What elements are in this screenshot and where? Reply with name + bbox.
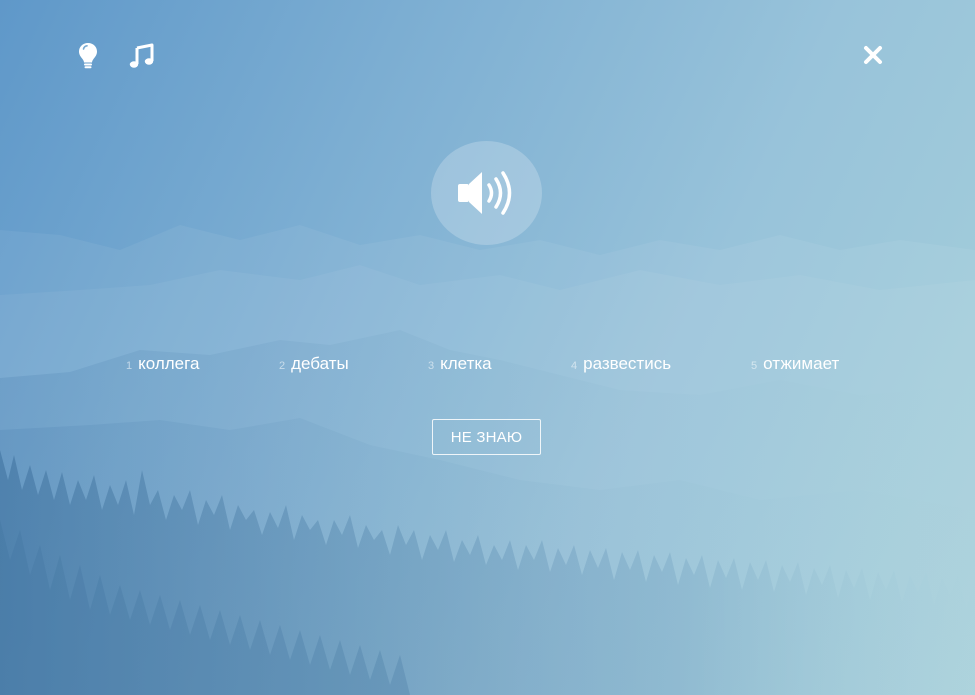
answer-option[interactable]: 4 развестись [571, 354, 671, 374]
mountain-forest-background [0, 225, 975, 695]
answer-option[interactable]: 5 отжимает [751, 354, 839, 374]
answer-option[interactable]: 3 клетка [428, 354, 492, 374]
close-icon [864, 46, 882, 64]
option-word: отжимает [763, 354, 840, 373]
hint-button[interactable] [74, 40, 102, 72]
option-number: 4 [571, 360, 578, 372]
option-number: 3 [428, 360, 435, 372]
option-number: 2 [279, 360, 286, 372]
option-word: клетка [440, 354, 492, 373]
music-note-icon [129, 43, 154, 68]
option-word: дебаты [291, 354, 349, 373]
answer-option[interactable]: 1 коллега [126, 354, 199, 374]
option-number: 5 [751, 360, 758, 372]
option-word: развестись [583, 354, 672, 373]
lightbulb-icon [79, 43, 97, 69]
close-button[interactable] [858, 40, 888, 70]
play-audio-button[interactable] [431, 141, 542, 245]
dont-know-button[interactable]: НЕ ЗНАЮ [432, 419, 541, 455]
answer-option[interactable]: 2 дебаты [279, 354, 349, 374]
option-word: коллега [138, 354, 200, 373]
game-screen: 1 коллега 2 дебаты 3 клетка 4 развестись… [0, 0, 975, 695]
speaker-volume-icon [457, 171, 511, 215]
option-number: 1 [126, 360, 133, 372]
answer-options: 1 коллега 2 дебаты 3 клетка 4 развестись… [0, 354, 975, 380]
music-toggle-button[interactable] [126, 40, 158, 72]
